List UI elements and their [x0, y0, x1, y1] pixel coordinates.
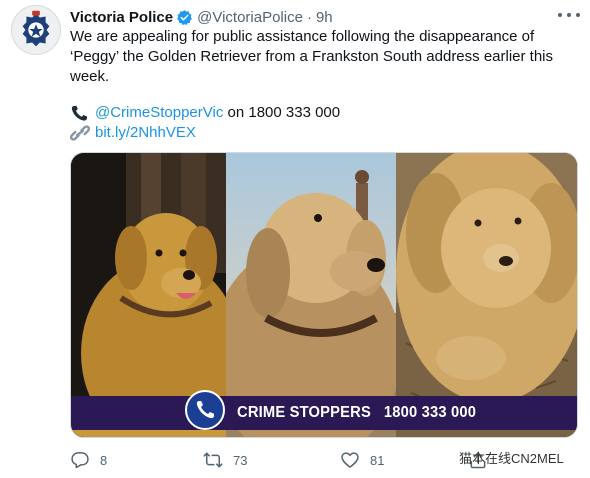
- watermark: 猫本在线CN2MEL: [432, 443, 587, 475]
- reply-count: 8: [100, 452, 108, 468]
- author-handle[interactable]: @VictoriaPolice: [197, 9, 303, 26]
- victoria-police-badge-icon: [12, 6, 60, 54]
- retweet-button[interactable]: 73: [203, 449, 247, 471]
- crime-stoppers-banner: CRIME STOPPERS 1800 333 000: [71, 390, 577, 430]
- retweet-count: 73: [233, 452, 248, 468]
- wechat-logo-icon: [432, 448, 454, 470]
- reply-icon: [70, 450, 90, 470]
- tweet-timestamp[interactable]: 9h: [316, 9, 333, 26]
- reply-button[interactable]: 8: [70, 449, 107, 471]
- avatar[interactable]: [11, 5, 61, 55]
- banner-text: CRIME STOPPERS 1800 333 000: [237, 404, 476, 422]
- link-line: bit.ly/2NhhVEX: [70, 123, 196, 143]
- telephone-receiver-icon: [70, 104, 90, 122]
- heart-icon: [340, 450, 360, 470]
- header-separator: ·: [306, 8, 312, 26]
- watermark-text: 猫本在线CN2MEL: [459, 451, 564, 466]
- like-count: 81: [370, 452, 385, 468]
- banner-number: 1800 333 000: [383, 404, 477, 421]
- crime-stopper-mention-link[interactable]: @CrimeStopperVic: [95, 103, 223, 123]
- phone-icon: [185, 390, 225, 430]
- short-url-link[interactable]: bit.ly/2NhhVEX: [95, 123, 196, 143]
- author-display-name[interactable]: Victoria Police: [70, 9, 173, 26]
- retweet-icon: [203, 450, 223, 470]
- verified-badge-icon: [176, 9, 193, 26]
- media-image[interactable]: CRIME STOPPERS 1800 333 000: [70, 152, 578, 438]
- tweet-text: We are appealing for public assistance f…: [70, 28, 554, 85]
- phone-number-text: on 1800 333 000: [223, 104, 341, 121]
- tweet-card[interactable]: Victoria Police @VictoriaPolice · 9h We …: [0, 0, 590, 478]
- link-icon: [70, 124, 90, 142]
- banner-label: CRIME STOPPERS: [237, 404, 372, 421]
- phone-line: @CrimeStopperVic on 1800 333 000: [70, 103, 340, 123]
- like-button[interactable]: 81: [340, 449, 384, 471]
- more-options-icon[interactable]: [558, 8, 580, 22]
- tweet-header: Victoria Police @VictoriaPolice · 9h: [70, 6, 560, 28]
